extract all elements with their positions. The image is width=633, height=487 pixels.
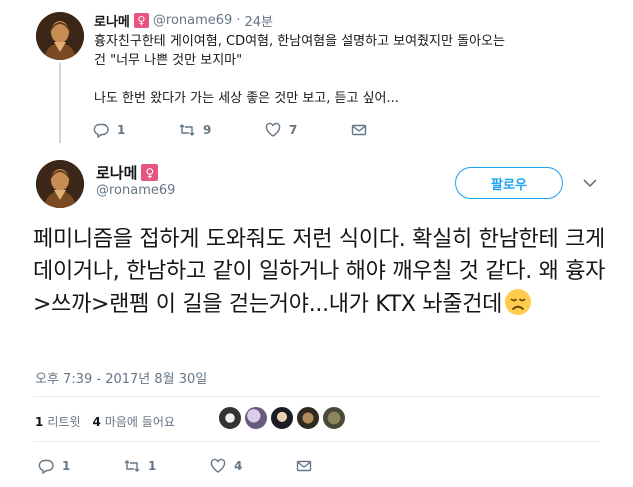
reply-count: 1 (62, 459, 71, 473)
reply-icon (38, 459, 54, 474)
avatar[interactable] (36, 12, 84, 60)
separator-dot: · (236, 13, 241, 28)
retweet-count: 9 (203, 123, 212, 137)
female-badge-icon: ♀ (141, 164, 159, 181)
message-button[interactable] (351, 122, 437, 138)
retweet-stat[interactable]: 1 리트윗 (35, 413, 80, 430)
author-name[interactable]: 로나메 (94, 11, 130, 30)
heart-icon (210, 458, 226, 473)
retweet-button[interactable]: 1 (124, 458, 210, 474)
tweet-actions: 1 1 4 (38, 458, 382, 474)
like-stat-count: 4 (92, 415, 101, 429)
main-tweet: 로나메 ♀ @roname69 팔로우 페미니즘을 접하게 도와줘도 저런 식이… (0, 150, 633, 487)
disappointed-face-icon (505, 289, 532, 315)
engagement-stats: 1 리트윗 4 마음에 들어요 (35, 413, 187, 430)
reply-button[interactable]: 1 (93, 122, 179, 138)
liker-avatar[interactable] (270, 406, 294, 430)
liker-avatar[interactable] (296, 406, 320, 430)
author-handle[interactable]: @roname69 (96, 183, 175, 198)
like-count: 4 (234, 459, 243, 473)
liker-avatar[interactable] (218, 406, 242, 430)
divider (33, 441, 600, 442)
avatar-image (36, 160, 84, 208)
reply-icon (93, 123, 109, 138)
envelope-icon (351, 124, 367, 136)
divider (33, 396, 600, 397)
liker-avatar[interactable] (244, 406, 268, 430)
retweet-stat-label: 리트윗 (47, 415, 81, 429)
tweet-text: 페미니즘을 접하게 도와줘도 저런 식이다. 확실히 한남한테 크게 데이거나,… (33, 224, 613, 321)
author-name[interactable]: 로나메 (96, 162, 137, 183)
tweet-text: 흉자친구한테 게이여혐, CD여혐, 한남여혐을 설명하고 보여줬지만 돌아오는… (94, 34, 505, 106)
like-stat-label: 마음에 들어요 (104, 415, 175, 429)
retweet-count: 1 (148, 459, 157, 473)
retweet-button[interactable]: 9 (179, 122, 265, 138)
tweet-date[interactable]: 오후 7:39 - 2017년 8월 30일 (35, 368, 207, 387)
like-button[interactable]: 7 (265, 122, 351, 138)
author-handle[interactable]: @roname69 (153, 13, 232, 28)
heart-icon (265, 122, 281, 137)
message-button[interactable] (296, 458, 382, 474)
female-badge-icon: ♀ (133, 13, 149, 28)
reply-count: 1 (117, 123, 126, 137)
liker-avatar[interactable] (322, 406, 346, 430)
parent-tweet[interactable]: 로나메 ♀ @roname69 · 24분 흉자친구한테 게이여혐, CD여혐,… (0, 0, 633, 150)
tweet-timestamp[interactable]: 24분 (244, 11, 273, 30)
follow-button[interactable]: 팔로우 (455, 167, 563, 199)
retweet-icon (179, 124, 195, 136)
like-button[interactable]: 4 (210, 458, 296, 474)
retweet-stat-count: 1 (35, 415, 44, 429)
liker-avatars (218, 406, 346, 430)
reply-button[interactable]: 1 (38, 458, 124, 474)
like-count: 7 (289, 123, 298, 137)
retweet-icon (124, 460, 140, 472)
avatar[interactable] (36, 160, 84, 208)
chevron-down-icon[interactable] (583, 178, 597, 188)
avatar-image (36, 12, 84, 60)
envelope-icon (296, 460, 312, 472)
tweet-actions: 1 9 7 (93, 122, 437, 138)
like-stat[interactable]: 4 마음에 들어요 (92, 413, 174, 430)
